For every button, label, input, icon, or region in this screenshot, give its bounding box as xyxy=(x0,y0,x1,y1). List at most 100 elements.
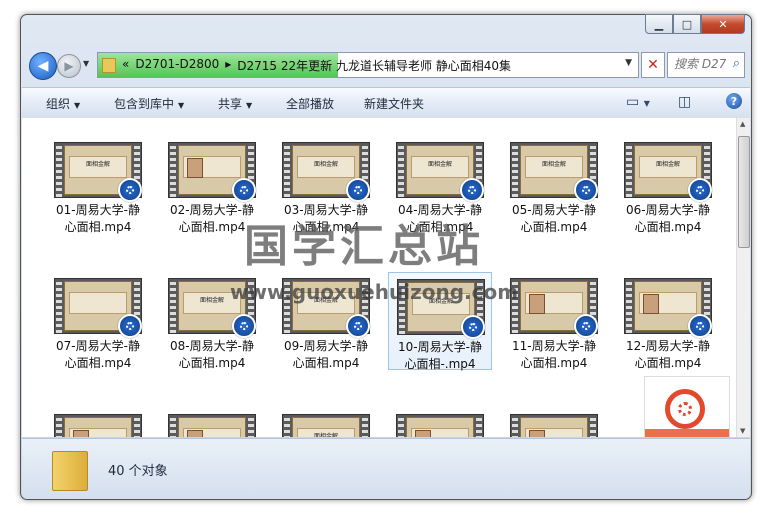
stop-icon: ✕ xyxy=(647,57,659,73)
minimize-button[interactable]: ▁ xyxy=(645,14,673,34)
share-button[interactable]: 共享 ▼ xyxy=(218,95,252,112)
file-item[interactable]: 12-周易大学-静 心面相.mp4 xyxy=(616,272,720,370)
window-controls: ▁ □ ✕ xyxy=(645,14,745,34)
film-strip-icon xyxy=(512,415,518,437)
file-item[interactable] xyxy=(502,408,606,437)
film-strip-icon xyxy=(626,143,632,197)
file-type-band xyxy=(645,429,729,437)
new-folder-button[interactable]: 新建文件夹 xyxy=(364,95,424,112)
thumbnail-frame: 面相金解 xyxy=(292,417,360,437)
breadcrumb-item-parent[interactable]: D2701-D2800 xyxy=(135,57,219,74)
breadcrumb-item-current[interactable]: D2715 22年更新 九龙道长辅导老师 静心面相40集 xyxy=(237,57,511,74)
scroll-up-icon[interactable]: ▲ xyxy=(740,120,745,128)
organize-label: 组织 xyxy=(46,97,71,111)
film-strip-icon xyxy=(248,415,254,437)
film-reel-icon xyxy=(665,389,705,429)
video-thumbnail xyxy=(510,414,598,437)
file-item[interactable]: 07-周易大学-静 心面相.mp4 xyxy=(46,272,150,370)
film-strip-icon xyxy=(170,279,176,333)
thumbnail-frame xyxy=(406,417,474,437)
media-player-icon xyxy=(688,314,712,338)
thumbnail-title: 面相金解 xyxy=(541,161,566,168)
portrait-image xyxy=(643,294,659,314)
play-all-button[interactable]: 全部播放 xyxy=(286,95,334,112)
search-input[interactable] xyxy=(672,56,728,72)
search-icon[interactable]: ⌕ xyxy=(733,56,740,71)
film-strip-icon xyxy=(590,415,596,437)
film-strip-icon xyxy=(56,279,62,333)
preview-pane-button[interactable]: ◫ xyxy=(678,94,691,110)
breadcrumb-separator-icon[interactable]: ▸ xyxy=(225,57,231,74)
portrait-image xyxy=(529,430,545,437)
film-strip-icon xyxy=(398,143,404,197)
film-strip-icon xyxy=(170,415,176,437)
chevron-down-icon: ▼ xyxy=(178,101,185,110)
film-strip-icon xyxy=(398,415,404,437)
file-item[interactable]: 面相金解 01-周易大学-静 心面相.mp4 xyxy=(46,136,150,234)
change-view-button[interactable]: ▭ ▼ xyxy=(626,94,650,110)
scroll-down-icon[interactable]: ▼ xyxy=(740,427,745,435)
media-player-icon xyxy=(346,314,370,338)
thumbnail-banner xyxy=(69,292,127,314)
video-thumbnail: 面相金解 xyxy=(282,414,370,437)
address-dropdown-icon[interactable]: ▼ xyxy=(625,58,632,68)
search-box: ⌕ xyxy=(667,52,745,78)
address-bar[interactable]: « D2701-D2800 ▸ D2715 22年更新 九龙道长辅导老师 静心面… xyxy=(97,52,639,78)
thumbnail-frame xyxy=(64,417,132,437)
media-player-icon xyxy=(232,178,256,202)
watermark-url: www.guoxuehuizong.com xyxy=(230,280,519,304)
breadcrumb-overflow[interactable]: « xyxy=(122,57,129,74)
file-item[interactable]: 面相金解 xyxy=(274,408,378,437)
maximize-button[interactable]: □ xyxy=(673,14,701,34)
watermark-text: 国学汇总站 xyxy=(244,221,484,272)
back-arrow-icon: ◀ xyxy=(37,58,49,74)
share-label: 共享 xyxy=(218,97,243,111)
navigation-bar: ◀ ▶ ▼ « D2701-D2800 ▸ D2715 22年更新 九龙道长辅导… xyxy=(29,51,745,81)
film-strip-icon xyxy=(626,279,632,333)
portrait-image xyxy=(415,430,431,437)
scrollbar-thumb[interactable] xyxy=(738,136,750,248)
film-strip-icon xyxy=(56,415,62,437)
file-name: 12-周易大学-静 心面相.mp4 xyxy=(626,339,710,370)
forward-button[interactable]: ▶ xyxy=(57,54,81,78)
media-player-icon xyxy=(574,178,598,202)
file-item[interactable] xyxy=(388,408,492,437)
file-name: 06-周易大学-静 心面相.mp4 xyxy=(626,203,710,234)
file-name: 01-周易大学-静 心面相.mp4 xyxy=(56,203,140,234)
film-strip-icon xyxy=(362,415,368,437)
media-player-icon xyxy=(118,314,142,338)
film-strip-icon xyxy=(284,143,290,197)
view-icon: ▭ xyxy=(626,94,640,110)
back-button[interactable]: ◀ xyxy=(29,52,57,80)
video-thumbnail xyxy=(396,414,484,437)
chevron-down-icon: ▼ xyxy=(643,99,650,108)
include-library-label: 包含到库中 xyxy=(114,97,175,111)
file-item[interactable]: 面相金解 05-周易大学-静 心面相.mp4 xyxy=(502,136,606,234)
portrait-image xyxy=(73,430,89,437)
file-item[interactable] xyxy=(46,408,150,437)
thumbnail-frame xyxy=(178,417,246,437)
close-button[interactable]: ✕ xyxy=(701,14,745,34)
file-name: 10-周易大学-静 心面相-.mp4 xyxy=(398,340,482,371)
thumbnail-title: 面相金解 xyxy=(655,161,680,168)
thumbnail-title: 面相金解 xyxy=(313,161,338,168)
media-player-icon xyxy=(460,178,484,202)
file-item[interactable]: 面相金解 06-周易大学-静 心面相.mp4 xyxy=(616,136,720,234)
vertical-scrollbar[interactable]: ▲ ▼ xyxy=(736,118,750,437)
file-name: 07-周易大学-静 心面相.mp4 xyxy=(56,339,140,370)
film-strip-icon xyxy=(476,415,482,437)
media-player-icon xyxy=(118,178,142,202)
file-name: 09-周易大学-静 心面相.mp4 xyxy=(284,339,368,370)
chevron-down-icon: ▼ xyxy=(74,101,81,110)
include-library-button[interactable]: 包含到库中 ▼ xyxy=(114,95,184,112)
recent-pages-dropdown[interactable]: ▼ xyxy=(83,59,89,68)
organize-button[interactable]: 组织 ▼ xyxy=(46,95,80,112)
breadcrumb: « D2701-D2800 ▸ D2715 22年更新 九龙道长辅导老师 静心面… xyxy=(122,57,511,74)
help-button[interactable]: ? xyxy=(726,93,742,109)
file-name: 05-周易大学-静 心面相.mp4 xyxy=(512,203,596,234)
film-strip-icon xyxy=(512,143,518,197)
video-file-icon[interactable] xyxy=(644,376,730,437)
folder-icon xyxy=(52,451,88,491)
file-item[interactable] xyxy=(160,408,264,437)
stop-loading-button[interactable]: ✕ xyxy=(641,52,665,78)
